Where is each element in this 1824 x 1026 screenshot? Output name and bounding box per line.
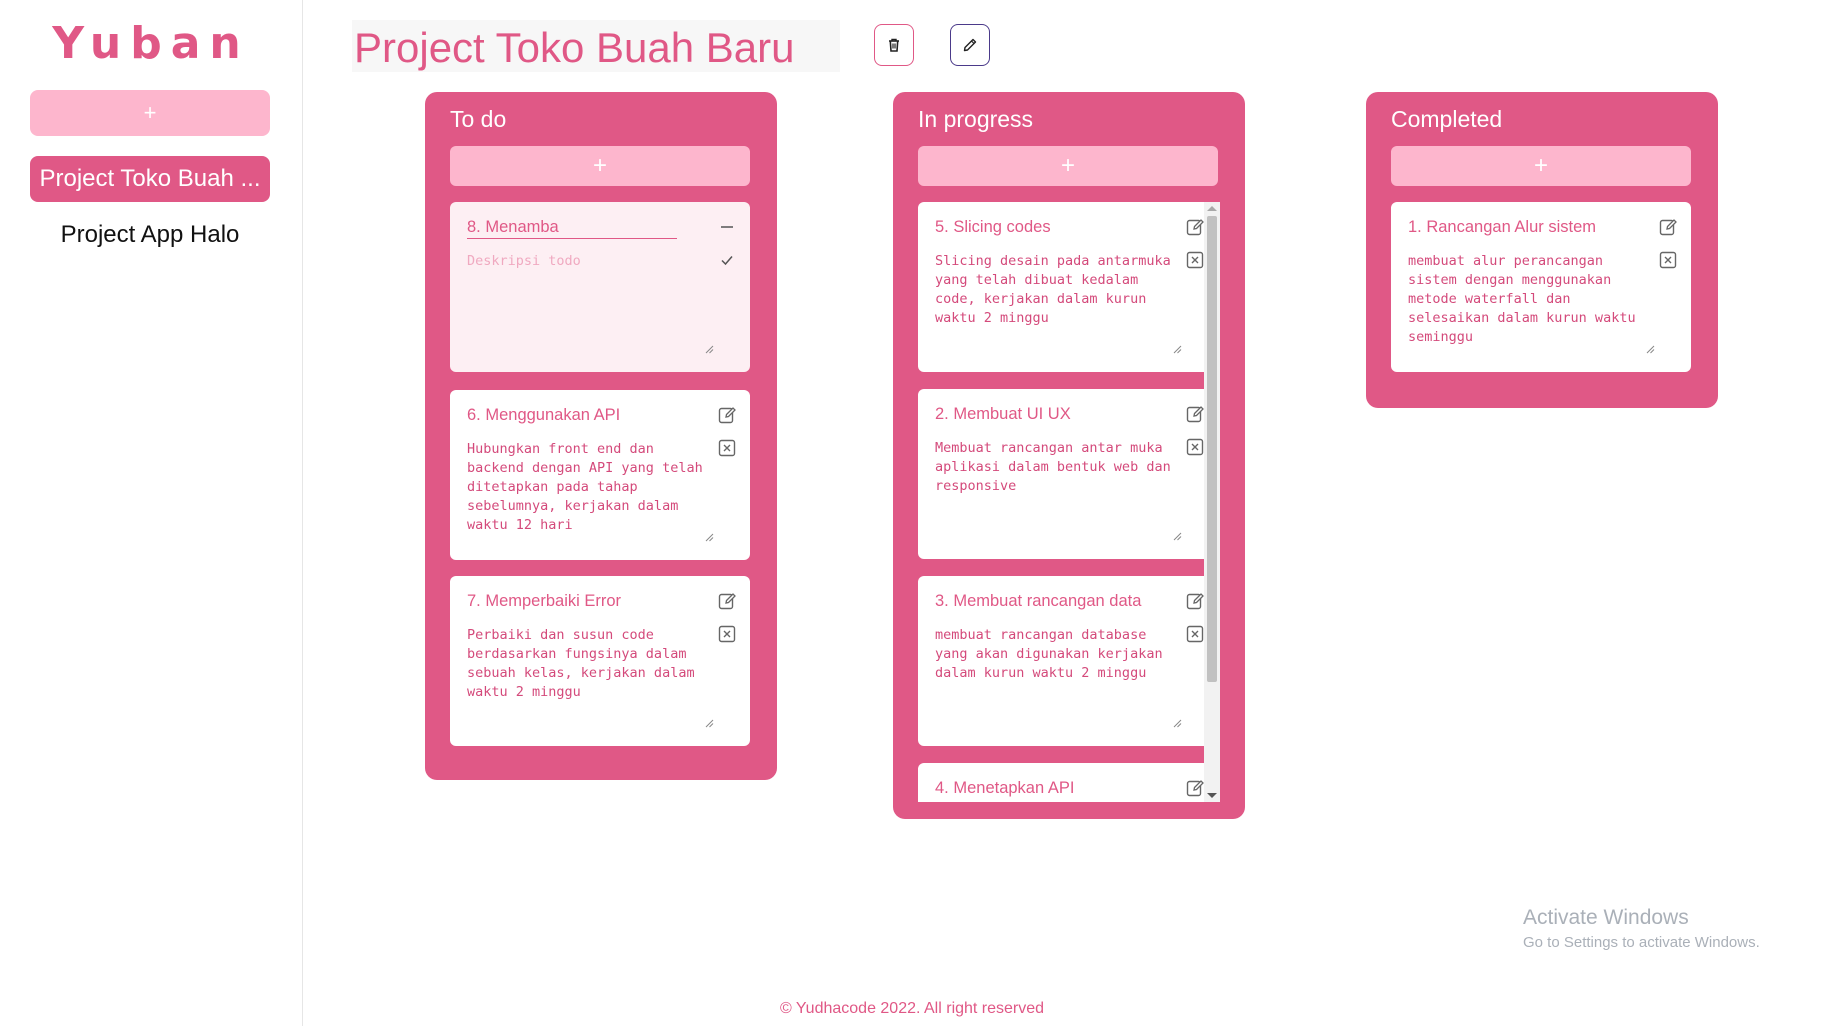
add-card-button[interactable]: + <box>1391 146 1691 186</box>
edit-icon[interactable] <box>1184 403 1206 425</box>
edit-icon[interactable] <box>1184 590 1206 612</box>
project-title-field[interactable]: Project Toko Buah Baru <box>352 20 840 72</box>
card-description[interactable]: Hubungkan front end dan backend dengan A… <box>467 440 715 535</box>
trash-icon <box>889 38 899 52</box>
task-card[interactable]: 5. Slicing codes Slicing desain pada ant… <box>918 202 1218 372</box>
card-title: 7. Memperbaiki Error <box>467 592 622 610</box>
brand-logo: Yuban <box>52 18 250 69</box>
card-title: 2. Membuat UI UX <box>935 405 1071 423</box>
task-card[interactable]: 6. Menggunakan API Hubungkan front end d… <box>450 390 750 560</box>
windows-activation-title: Activate Windows <box>1523 906 1689 929</box>
scrollbar[interactable] <box>1204 202 1220 802</box>
check-icon[interactable] <box>716 249 738 271</box>
delete-card-icon[interactable] <box>1184 249 1206 271</box>
card-description[interactable]: Membuat rancangan antar muka aplikasi da… <box>935 439 1183 496</box>
task-card[interactable]: 7. Memperbaiki Error Perbaiki dan susun … <box>450 576 750 746</box>
scroll-up-arrow-icon[interactable] <box>1207 206 1217 211</box>
task-card[interactable]: 3. Membuat rancangan data membuat rancan… <box>918 576 1218 746</box>
pencil-icon <box>963 38 977 52</box>
delete-card-icon[interactable] <box>716 623 738 645</box>
card-title: 5. Slicing codes <box>935 218 1051 236</box>
card-description[interactable]: Perbaiki dan susun code berdasarkan fung… <box>467 626 715 702</box>
card-title: 1. Rancangan Alur sistem <box>1408 218 1597 236</box>
scrollbar-thumb[interactable] <box>1207 216 1217 682</box>
task-card[interactable]: 4. Menetapkan API <box>918 763 1218 802</box>
resize-handle-icon <box>705 719 714 728</box>
column-title: In progress <box>918 106 1034 132</box>
edit-icon[interactable] <box>716 404 738 426</box>
resize-handle-icon <box>1646 345 1655 354</box>
card-description[interactable]: membuat rancangan database yang akan dig… <box>935 626 1183 683</box>
column-in-progress: In progress + 5. Slicing codes Slicing d… <box>893 92 1245 819</box>
edit-icon[interactable] <box>1657 216 1679 238</box>
card-title-input[interactable]: 8. Menamba <box>467 218 677 239</box>
sidebar-item-project-toko-buah[interactable]: Project Toko Buah ... <box>30 156 270 202</box>
task-card[interactable]: 1. Rancangan Alur sistem membuat alur pe… <box>1391 202 1691 372</box>
task-card[interactable]: 2. Membuat UI UX Membuat rancangan antar… <box>918 389 1218 559</box>
delete-card-icon[interactable] <box>1657 249 1679 271</box>
task-card[interactable]: 8. Menamba Deskripsi todo <box>450 202 750 372</box>
column-title: Completed <box>1391 106 1503 132</box>
card-title: 6. Menggunakan API <box>467 406 621 424</box>
edit-icon[interactable] <box>716 590 738 612</box>
delete-card-icon[interactable] <box>1184 623 1206 645</box>
edit-project-button[interactable] <box>950 24 990 66</box>
card-title: 3. Membuat rancangan data <box>935 592 1142 610</box>
resize-handle-icon <box>705 533 714 542</box>
add-card-button[interactable]: + <box>918 146 1218 186</box>
resize-handle-icon <box>1173 345 1182 354</box>
scroll-down-arrow-icon[interactable] <box>1207 793 1217 798</box>
card-description[interactable]: Slicing desain pada antarmuka yang telah… <box>935 252 1183 328</box>
edit-icon[interactable] <box>1184 216 1206 238</box>
add-card-button[interactable]: + <box>450 146 750 186</box>
resize-handle-icon <box>1173 532 1182 541</box>
sidebar: Yuban + Project Toko Buah ... Project Ap… <box>0 0 303 1026</box>
resize-handle-icon <box>1173 719 1182 728</box>
collapse-icon[interactable] <box>716 216 738 238</box>
windows-activation-subtitle: Go to Settings to activate Windows. <box>1523 934 1760 951</box>
sidebar-item-project-app-halo[interactable]: Project App Halo <box>30 212 270 258</box>
footer-copyright: © Yudhacode 2022. All right reserved <box>779 1000 1045 1017</box>
resize-handle-icon <box>705 345 714 354</box>
edit-icon[interactable] <box>1184 777 1206 799</box>
card-list-scroll-area[interactable]: 5. Slicing codes Slicing desain pada ant… <box>893 202 1245 802</box>
card-description-input[interactable]: Deskripsi todo <box>467 252 715 271</box>
column-title: To do <box>450 106 507 132</box>
page-title: Project Toko Buah Baru <box>354 24 795 71</box>
delete-card-icon[interactable] <box>716 437 738 459</box>
column-todo: To do + 8. Menamba Deskripsi todo 6. Men… <box>425 92 777 780</box>
card-title: 4. Menetapkan API <box>935 779 1075 797</box>
add-project-button[interactable]: + <box>30 90 270 136</box>
card-description[interactable]: membuat alur perancangan sistem dengan m… <box>1408 252 1656 347</box>
delete-card-icon[interactable] <box>1184 436 1206 458</box>
column-completed: Completed + 1. Rancangan Alur sistem mem… <box>1366 92 1718 408</box>
delete-project-button[interactable] <box>874 24 914 66</box>
